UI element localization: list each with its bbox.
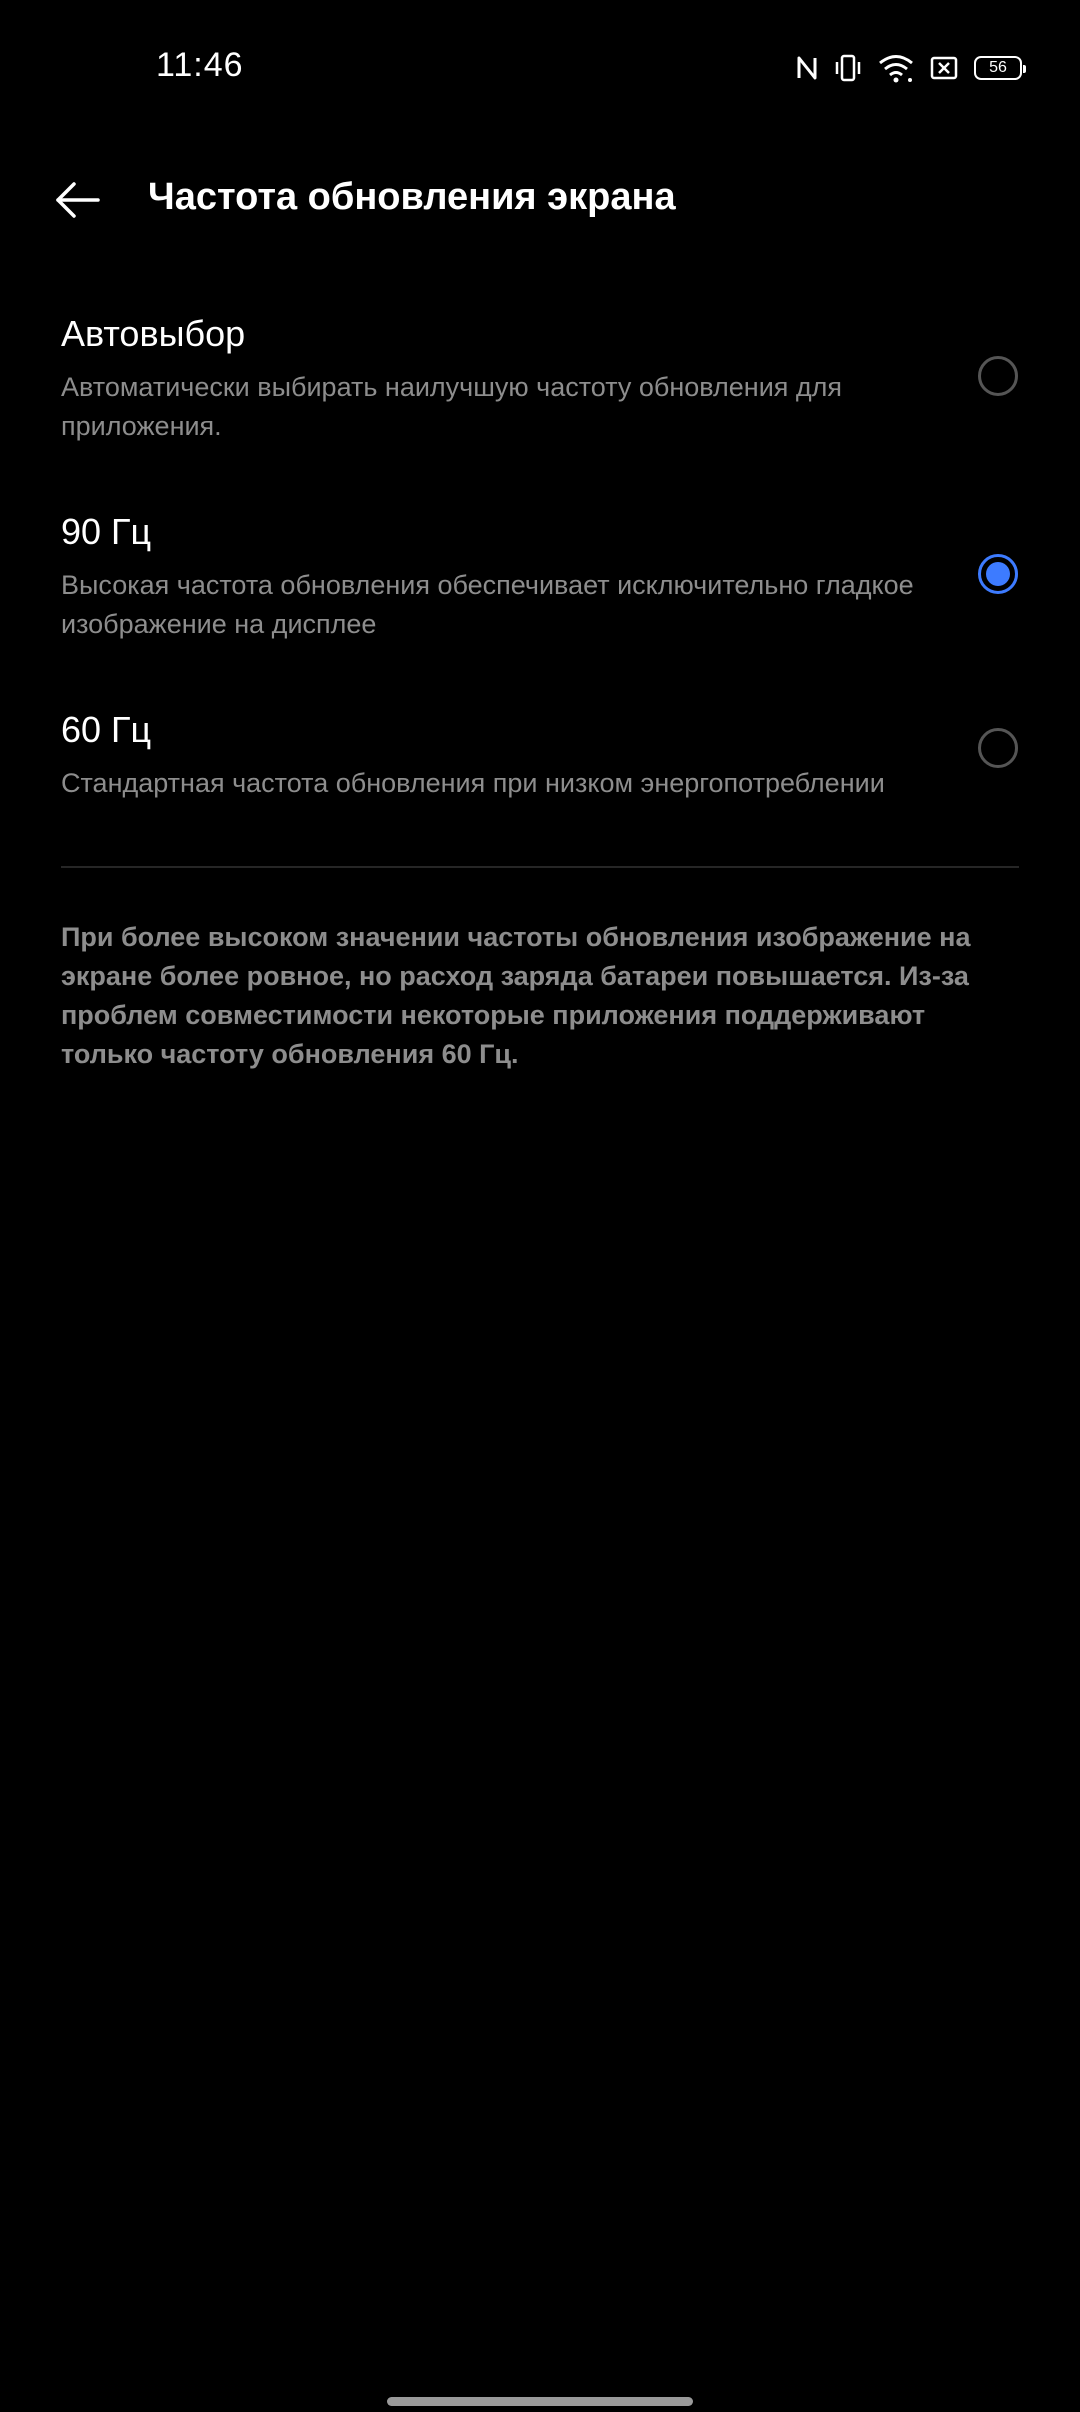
header: Частота обновления экрана <box>0 160 1080 240</box>
footnote: При более высоком значении частоты обнов… <box>61 922 971 1069</box>
option-description: Высокая частота обновления обеспечивает … <box>61 570 914 639</box>
sim-off-icon <box>930 55 958 81</box>
status-icons: 56 <box>796 50 1026 86</box>
option-title: Автовыбор <box>61 313 246 354</box>
vibrate-icon <box>834 53 862 83</box>
nfc-icon <box>796 54 818 82</box>
status-time: 11:46 <box>156 46 244 84</box>
battery-icon: 56 <box>974 56 1026 80</box>
home-indicator[interactable] <box>387 2397 693 2406</box>
option-description: Стандартная частота обновления при низко… <box>61 768 885 798</box>
arrow-left-icon <box>54 180 102 225</box>
option-text: 60 Гц Стандартная частота обновления при… <box>61 708 941 803</box>
wifi-icon <box>878 53 914 83</box>
radio-90hz[interactable] <box>978 554 1018 594</box>
option-title: 60 Гц <box>61 709 152 750</box>
divider <box>61 866 1019 868</box>
option-text: Автовыбор Автоматически выбирать наилучш… <box>61 312 941 446</box>
option-auto[interactable]: Автовыбор Автоматически выбирать наилучш… <box>0 296 1080 464</box>
option-90hz[interactable]: 90 Гц Высокая частота обновления обеспеч… <box>0 494 1080 662</box>
option-text: 90 Гц Высокая частота обновления обеспеч… <box>61 510 941 644</box>
option-title: 90 Гц <box>61 511 152 552</box>
page-title: Частота обновления экрана <box>148 176 676 218</box>
battery-level: 56 <box>989 59 1007 76</box>
option-description: Автоматически выбирать наилучшую частоту… <box>61 372 843 441</box>
option-60hz[interactable]: 60 Гц Стандартная частота обновления при… <box>0 692 1080 822</box>
status-bar: 11:46 56 <box>0 0 1080 130</box>
radio-60hz[interactable] <box>978 728 1018 768</box>
back-button[interactable] <box>50 174 106 230</box>
radio-auto[interactable] <box>978 356 1018 396</box>
